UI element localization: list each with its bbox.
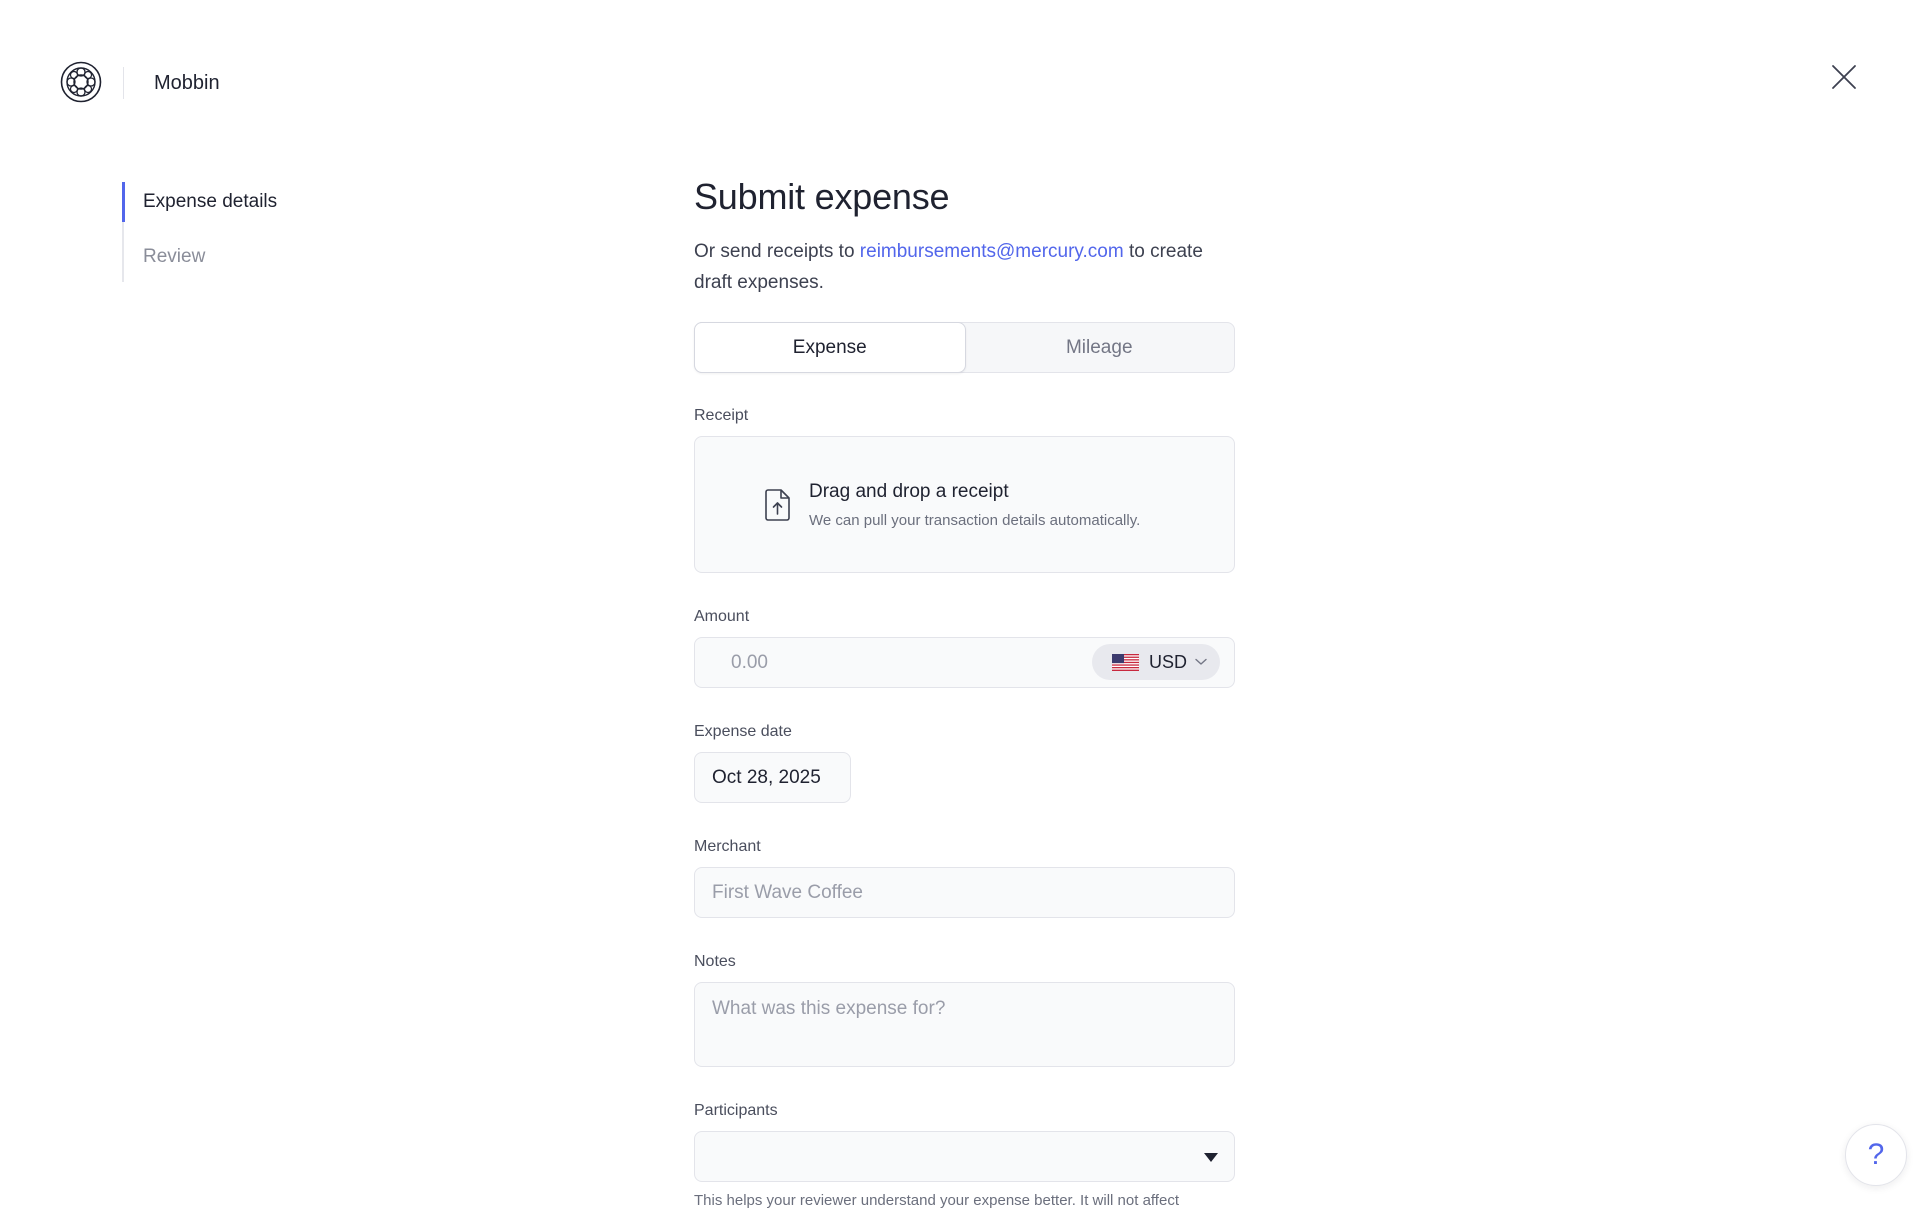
step-label: Expense details: [143, 191, 278, 212]
step-review[interactable]: Review: [124, 232, 382, 282]
help-button[interactable]: ?: [1845, 1124, 1907, 1186]
chevron-down-icon: [1195, 658, 1207, 665]
notes-label: Notes: [694, 953, 736, 970]
page-subtitle: Or send receipts to reimbursements@mercu…: [694, 236, 1235, 298]
org-divider: [123, 67, 124, 99]
mercury-logo-icon[interactable]: [60, 61, 102, 103]
caret-down-icon: [1204, 1153, 1218, 1162]
expense-date-input[interactable]: [694, 752, 851, 803]
top-bar: Mobbin: [0, 0, 1920, 168]
subtitle-text: Or send receipts to: [694, 241, 860, 262]
page-title: Submit expense: [694, 176, 950, 217]
expense-date-label: Expense date: [694, 723, 792, 740]
receipt-label: Receipt: [694, 407, 749, 424]
merchant-label: Merchant: [694, 838, 761, 855]
receipt-dropzone[interactable]: Drag and drop a receipt We can pull your…: [694, 436, 1235, 573]
amount-label: Amount: [694, 608, 750, 625]
participants-hint: This helps your reviewer understand your…: [694, 1192, 1179, 1209]
notes-textarea[interactable]: [694, 982, 1235, 1067]
currency-code: USD: [1149, 651, 1188, 672]
dropzone-subtitle: We can pull your transaction details aut…: [809, 512, 1141, 529]
participants-select[interactable]: [694, 1131, 1235, 1182]
step-label: Review: [143, 246, 206, 267]
amount-field-wrap: $ USD: [694, 628, 1235, 688]
step-expense-details[interactable]: Expense details: [122, 182, 382, 222]
close-button[interactable]: [1827, 60, 1861, 94]
participants-label: Participants: [694, 1102, 778, 1119]
file-upload-icon: [765, 489, 790, 521]
expense-type-toggle: Expense Mileage: [694, 322, 1235, 373]
close-icon: [1832, 65, 1856, 89]
expense-form: Submit expense Or send receipts to reimb…: [694, 176, 1235, 1209]
dropzone-title: Drag and drop a receipt: [809, 481, 1009, 502]
tab-mileage[interactable]: Mileage: [965, 323, 1235, 372]
reimbursements-email-link[interactable]: reimbursements@mercury.com: [860, 241, 1124, 262]
currency-select[interactable]: USD: [1092, 644, 1220, 680]
us-flag-icon: [1112, 653, 1139, 671]
org-name: Mobbin: [154, 72, 220, 94]
step-nav: Expense details Review: [122, 182, 382, 282]
merchant-input[interactable]: [694, 867, 1235, 918]
tab-expense[interactable]: Expense: [694, 322, 966, 373]
